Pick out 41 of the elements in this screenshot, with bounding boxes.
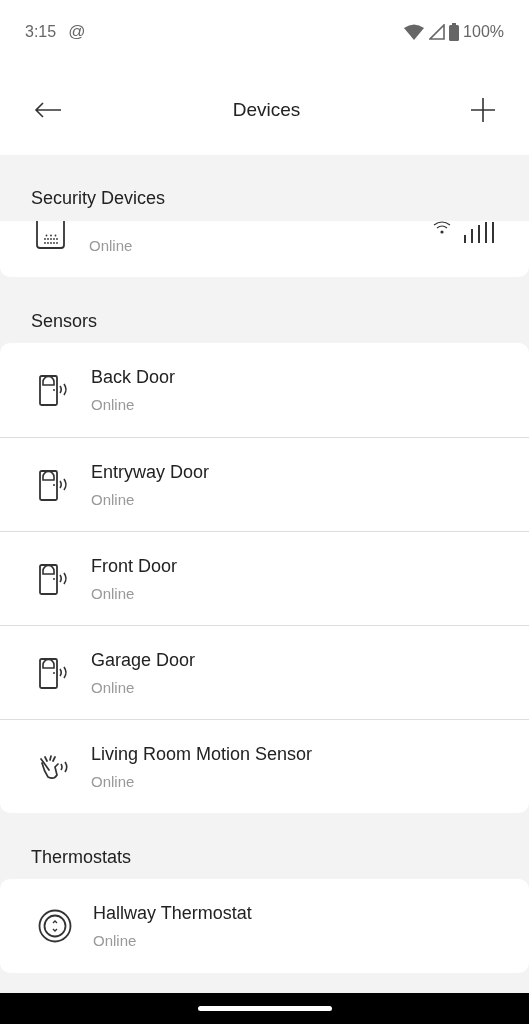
device-row[interactable]: Front Door Online [0,531,529,625]
door-sensor-icon [38,655,70,690]
device-name: Entryway Door [91,461,210,483]
device-name: Living Room Motion Sensor [91,743,313,765]
device-status: Online [91,490,136,508]
device-status: Online [91,772,136,790]
wifi-icon [403,24,426,40]
device-status: Online [91,396,136,413]
device-name: Front Door [91,555,178,577]
device-row[interactable]: Garage Door Online [0,625,529,719]
device-name: Back Door [91,367,176,388]
device-row[interactable]: Back Door Online [0,343,529,437]
section-header: Security Devices [31,188,166,209]
hub-base-icon [36,221,66,249]
device-status: Online [89,237,133,254]
device-status: Online [93,932,138,949]
device-row[interactable]: Entryway Door Online [0,437,529,531]
device-name: Garage Door [91,649,196,671]
home-handle[interactable] [197,1006,332,1011]
door-sensor-icon [38,373,70,407]
battery-icon [449,23,460,41]
section-header: Sensors [31,311,98,332]
battery-percentage: 100% [463,23,504,41]
cellular-signal-icon [429,24,446,40]
plus-icon [471,97,495,122]
device-name: Hallway Thermostat [93,903,252,924]
section-header: Thermostats [31,847,132,868]
back-arrow-icon [34,101,62,118]
device-status: Online [91,584,136,602]
signal-bars-icon [463,221,495,243]
clock-time: 3:15 [25,23,57,41]
wifi-signal-icon [433,221,451,235]
door-sensor-icon [38,467,70,502]
thermostat-icon [38,909,72,943]
notification-icon: @ [68,22,86,42]
device-row[interactable]: Hallway Thermostat Online [0,879,529,973]
back-button[interactable] [34,101,62,118]
screen-title: Devices [232,98,301,121]
add-button[interactable] [471,97,495,122]
device-status: Online [91,678,136,696]
door-sensor-icon [38,561,70,596]
